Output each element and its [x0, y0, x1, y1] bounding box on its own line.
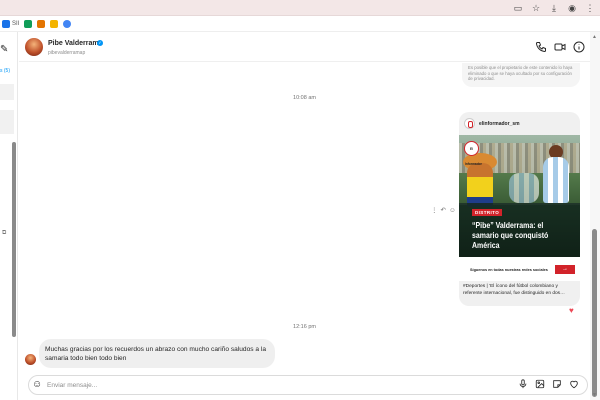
bookmarks-bar: SII — [0, 16, 600, 32]
sidebar-settings-icon[interactable]: ⧉ — [2, 230, 6, 237]
more-options-icon[interactable]: ⋮ — [431, 206, 438, 214]
post-follow-text: Síguenos en todas nuestras redes sociale… — [470, 268, 548, 272]
avatar[interactable] — [25, 354, 36, 365]
bookmark-item[interactable] — [63, 19, 72, 28]
sticker-icon — [552, 380, 561, 388]
voice-clip-button[interactable] — [517, 379, 528, 391]
shared-post-image[interactable]: El Informador DISTRITO “Pibe” Valderrama… — [459, 135, 580, 281]
publisher-logo: El Informador — [464, 141, 482, 166]
react-emoji-icon[interactable]: ☺ — [449, 207, 456, 214]
message-actions: ⋮ ↶ ☺ — [431, 206, 456, 215]
profile-icon[interactable]: ◉ — [566, 2, 578, 14]
bookmark-item[interactable] — [24, 19, 33, 28]
composer-tools — [517, 379, 579, 391]
download-icon[interactable]: ⤓ — [548, 2, 560, 14]
header-actions — [535, 41, 585, 53]
compose-icon[interactable]: ✎ — [0, 44, 8, 55]
chat-header: Pibe Valderrama ✓ pibevalderramap — [19, 32, 590, 62]
bookmark-item[interactable] — [37, 19, 46, 28]
add-photo-button[interactable] — [534, 379, 545, 391]
scrollbar-thumb[interactable] — [592, 229, 597, 397]
bookmark-favicon-icon — [50, 19, 59, 28]
message-composer: ☺ — [28, 375, 588, 395]
conversation-info-button[interactable] — [573, 41, 585, 53]
audio-call-button[interactable] — [535, 41, 547, 53]
message-input[interactable] — [47, 379, 497, 392]
image-icon — [535, 379, 544, 389]
thread-scrollbar[interactable]: ▲ ▼ — [590, 32, 600, 400]
info-icon — [573, 41, 585, 53]
conversations-sidebar: ✎ s (5) ⧉ — [0, 32, 18, 400]
bookmark-favicon-icon — [63, 19, 72, 28]
scroll-up-icon[interactable]: ▲ — [592, 34, 597, 40]
install-app-icon[interactable]: ▭ — [512, 2, 524, 14]
post-caption: #Deportes | ‘El ícono del fútbol colombi… — [463, 284, 565, 296]
timestamp: 10:08 am — [293, 95, 316, 101]
bookmark-favicon-icon — [37, 19, 46, 28]
star-bookmark-icon[interactable]: ☆ — [530, 2, 542, 14]
incoming-message-bubble[interactable]: Muchas gracias por los recuerdos un abra… — [39, 339, 275, 368]
verified-badge-icon: ✓ — [97, 40, 103, 46]
post-image-player — [509, 173, 539, 203]
conversation-item-active[interactable] — [0, 110, 14, 134]
post-image-player — [543, 157, 569, 203]
bookmark-favicon-icon — [24, 19, 33, 28]
microphone-icon — [519, 379, 526, 389]
reply-icon[interactable]: ↶ — [441, 206, 446, 214]
contact-name[interactable]: Pibe Valderrama — [48, 40, 102, 47]
post-headline: “Pibe” Valderrama: el samario que conqui… — [472, 220, 549, 250]
post-category-tag: DISTRITO — [472, 209, 503, 216]
post-author: elinformador_sm — [479, 120, 520, 127]
video-call-button[interactable] — [554, 41, 566, 53]
bookmark-item[interactable]: SII — [2, 19, 20, 28]
sticker-button[interactable] — [551, 379, 562, 391]
heart-reaction-icon[interactable]: ♥ — [569, 306, 574, 315]
contact-username: pibevalderramap — [48, 50, 86, 56]
post-follow-arrow: → — [555, 265, 575, 274]
browser-menu-icon[interactable]: ⋮ — [584, 2, 596, 14]
bookmark-label: SII — [12, 20, 20, 27]
emoji-picker-icon[interactable]: ☺ — [32, 379, 44, 391]
phone-icon — [535, 42, 546, 53]
message-thread[interactable]: Es posible que el propietario de este co… — [19, 63, 590, 374]
bookmark-item[interactable] — [50, 19, 59, 28]
bookmark-favicon-icon — [2, 19, 10, 28]
shared-post-header[interactable]: elinformador_sm — [464, 118, 520, 129]
sidebar-scrollbar[interactable] — [12, 142, 16, 337]
unavailable-content-note: Es posible que el propietario de este co… — [462, 63, 580, 87]
video-camera-icon — [554, 43, 566, 51]
avatar[interactable] — [25, 38, 43, 56]
message-requests-link[interactable]: s (5) — [0, 68, 10, 74]
timestamp: 12:16 pm — [293, 324, 316, 330]
heart-icon — [569, 380, 578, 389]
post-author-avatar — [464, 118, 475, 129]
scroll-down-icon[interactable]: ▼ — [592, 392, 597, 398]
conversation-item[interactable] — [0, 84, 14, 100]
browser-top-bar: ▭ ☆ ⤓ ◉ ⋮ — [0, 0, 600, 16]
like-button[interactable] — [568, 379, 579, 391]
shared-post-card[interactable]: elinformador_sm El Informador DISTRITO “… — [459, 112, 580, 306]
browser-toolbar-icons: ▭ ☆ ⤓ ◉ ⋮ — [512, 2, 596, 14]
